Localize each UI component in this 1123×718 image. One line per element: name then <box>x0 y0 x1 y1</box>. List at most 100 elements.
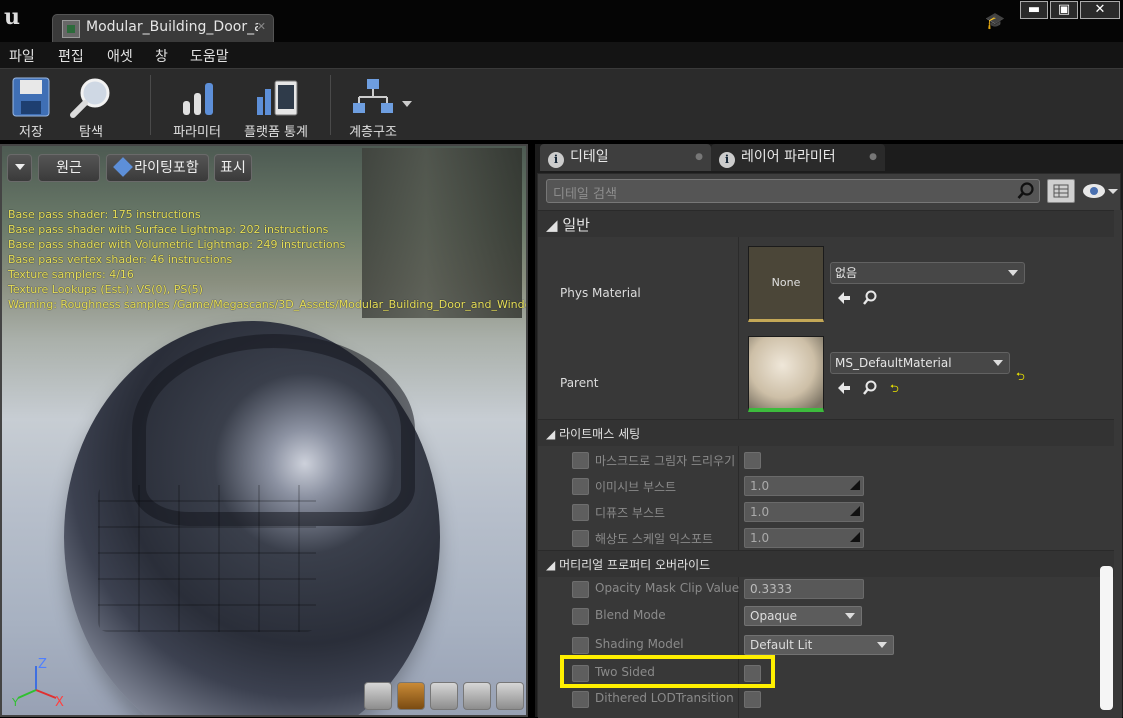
stat-warning: Warning: Roughness samples /Game/Megasca… <box>8 298 528 311</box>
override-checkbox[interactable] <box>572 478 589 495</box>
tab-layer-parameters[interactable]: i 레이어 파라미터 ● <box>711 144 885 171</box>
hierarchy-icon <box>353 79 393 113</box>
parent-value: MS_DefaultMaterial <box>835 356 952 370</box>
browse-button[interactable]: 탐색 <box>66 73 116 140</box>
axis-z-label: Z <box>38 657 47 672</box>
menu-edit[interactable]: 편집 <box>58 46 84 66</box>
search-placeholder: 디테일 검색 <box>553 187 617 202</box>
browse-asset-icon[interactable] <box>862 290 878 306</box>
override-checkbox[interactable] <box>572 504 589 521</box>
tab-details[interactable]: i 디테일 ● <box>540 144 711 171</box>
diffuse-boost-value: 1.0 <box>750 505 770 519</box>
override-checkbox[interactable] <box>572 637 589 654</box>
opacity-mask-clip-input[interactable]: 0.3333 <box>744 579 864 599</box>
lighting-label: 라이팅포함 <box>134 160 199 176</box>
phys-material-label: Phys Material <box>560 286 641 300</box>
prop-cast-shadow-as-masked: 마스크드로 그림자 드리우기 <box>566 447 1114 473</box>
learn-cap-icon[interactable]: 🎓 <box>985 11 1005 31</box>
opacity-mask-clip-value: 0.3333 <box>750 582 792 596</box>
platform-stats-label: 플랫폼 통계 <box>244 125 308 140</box>
dithered-lod-checkbox[interactable] <box>744 691 761 708</box>
magnifier-icon <box>70 78 110 118</box>
spin-corner-icon <box>850 506 860 516</box>
category-lightmass[interactable]: ◢ 라이트매스 세팅 <box>538 419 1114 446</box>
override-checkbox[interactable] <box>572 691 589 708</box>
reset-to-default-icon[interactable]: ⮌ <box>890 380 899 399</box>
plane-preview-icon[interactable] <box>430 682 458 710</box>
axis-x-label: X <box>55 695 64 710</box>
category-general[interactable]: ◢ 일반 <box>538 210 1114 237</box>
menu-file[interactable]: 파일 <box>9 46 35 66</box>
viewport-options-button[interactable] <box>7 154 32 182</box>
phys-material-dropdown[interactable]: 없음 <box>830 262 1025 284</box>
diffuse-boost-input[interactable]: 1.0 <box>744 502 864 522</box>
shading-model-dropdown[interactable]: Default Lit <box>744 635 894 655</box>
parent-material-thumbnail[interactable] <box>748 336 824 412</box>
preview-viewport[interactable]: 원근 라이팅포함 표시 Base pass shader: 175 instru… <box>0 144 528 717</box>
use-selected-arrow-icon[interactable] <box>836 290 852 306</box>
parent-label: Parent <box>560 376 599 390</box>
lighting-cube-icon <box>113 157 134 177</box>
details-search-input[interactable]: 디테일 검색 <box>546 179 1040 203</box>
cylinder-preview-icon[interactable] <box>364 682 392 710</box>
prop-label: Opacity Mask Clip Value <box>595 581 740 595</box>
spin-corner-icon <box>850 532 860 542</box>
category-overrides-label: 머티리얼 프로퍼티 오버라이드 <box>559 558 711 572</box>
override-checkbox[interactable] <box>572 608 589 625</box>
emissive-boost-input[interactable]: 1.0 <box>744 476 864 496</box>
override-checkbox[interactable] <box>572 581 589 598</box>
override-checkbox[interactable] <box>572 530 589 547</box>
sphere-preview-icon[interactable] <box>397 682 425 710</box>
category-material-overrides[interactable]: ◢ 머티리얼 프로퍼티 오버라이드 <box>538 550 1114 577</box>
reset-to-default-icon[interactable]: ⮌ <box>1016 368 1025 387</box>
phys-material-value: 없음 <box>835 266 858 280</box>
parent-material-dropdown[interactable]: MS_DefaultMaterial <box>830 352 1010 374</box>
minimize-button[interactable]: ▬ <box>1020 1 1048 19</box>
visibility-options-icon[interactable] <box>1079 179 1119 203</box>
prop-export-resolution-scale: 해상도 스케일 익스포트 1.0 <box>566 525 1114 551</box>
collapse-arrow-icon: ◢ <box>546 558 556 572</box>
use-selected-arrow-icon[interactable] <box>836 380 852 396</box>
two-sided-highlight-box <box>560 655 775 688</box>
cube-preview-icon[interactable] <box>463 682 491 710</box>
menu-asset[interactable]: 애셋 <box>107 46 133 66</box>
show-button[interactable]: 표시 <box>214 154 252 182</box>
chevron-down-icon <box>993 360 1003 366</box>
unreal-logo-icon[interactable]: u <box>4 4 26 30</box>
close-tab-icon[interactable]: ● <box>869 144 877 170</box>
menu-help[interactable]: 도움말 <box>190 46 229 66</box>
hierarchy-button[interactable]: 계층구조 <box>342 73 404 140</box>
restore-button[interactable]: ▣ <box>1050 1 1078 19</box>
close-tab-icon[interactable]: ✕ <box>257 20 266 33</box>
thumbnail-none-text: None <box>771 276 801 289</box>
menu-window[interactable]: 창 <box>155 46 168 66</box>
details-scrollbar[interactable] <box>1100 566 1113 710</box>
chevron-down-icon <box>14 164 25 170</box>
details-panel: i 디테일 ● i 레이어 파라미터 ● 디테일 검색 ◢ 일반 Phys Ma… <box>535 144 1123 718</box>
override-checkbox[interactable] <box>572 452 589 469</box>
save-button[interactable]: 저장 <box>6 73 56 140</box>
phys-material-thumbnail[interactable]: None <box>748 246 824 322</box>
perspective-button[interactable]: 원근 <box>38 154 100 182</box>
close-tab-icon[interactable]: ● <box>695 144 703 170</box>
close-button[interactable]: ✕ <box>1080 1 1120 19</box>
cast-shadow-as-masked-checkbox[interactable] <box>744 452 761 469</box>
platform-stats-icon <box>257 80 298 116</box>
toolbar-separator <box>330 75 331 135</box>
details-body: 디테일 검색 ◢ 일반 Phys Material None 없음 Parent… <box>537 173 1122 718</box>
parameters-button[interactable]: 파라미터 <box>168 73 226 140</box>
property-matrix-button[interactable] <box>1047 179 1075 203</box>
lighting-mode-button[interactable]: 라이팅포함 <box>106 154 209 182</box>
browse-label: 탐색 <box>79 125 103 140</box>
teapot-preview-icon[interactable] <box>496 682 524 710</box>
browse-asset-icon[interactable] <box>862 380 878 396</box>
document-tab[interactable]: Modular_Building_Door_a ✕ <box>52 14 274 42</box>
hierarchy-dropdown-icon[interactable] <box>402 101 412 107</box>
toolbar-separator <box>150 75 151 135</box>
spin-corner-icon <box>850 480 860 490</box>
chevron-down-icon <box>845 613 855 619</box>
export-resolution-scale-input[interactable]: 1.0 <box>744 528 864 548</box>
blend-mode-dropdown[interactable]: Opaque <box>744 606 862 626</box>
platform-stats-button[interactable]: 플랫폼 통계 <box>238 73 314 140</box>
floppy-icon <box>12 77 50 117</box>
